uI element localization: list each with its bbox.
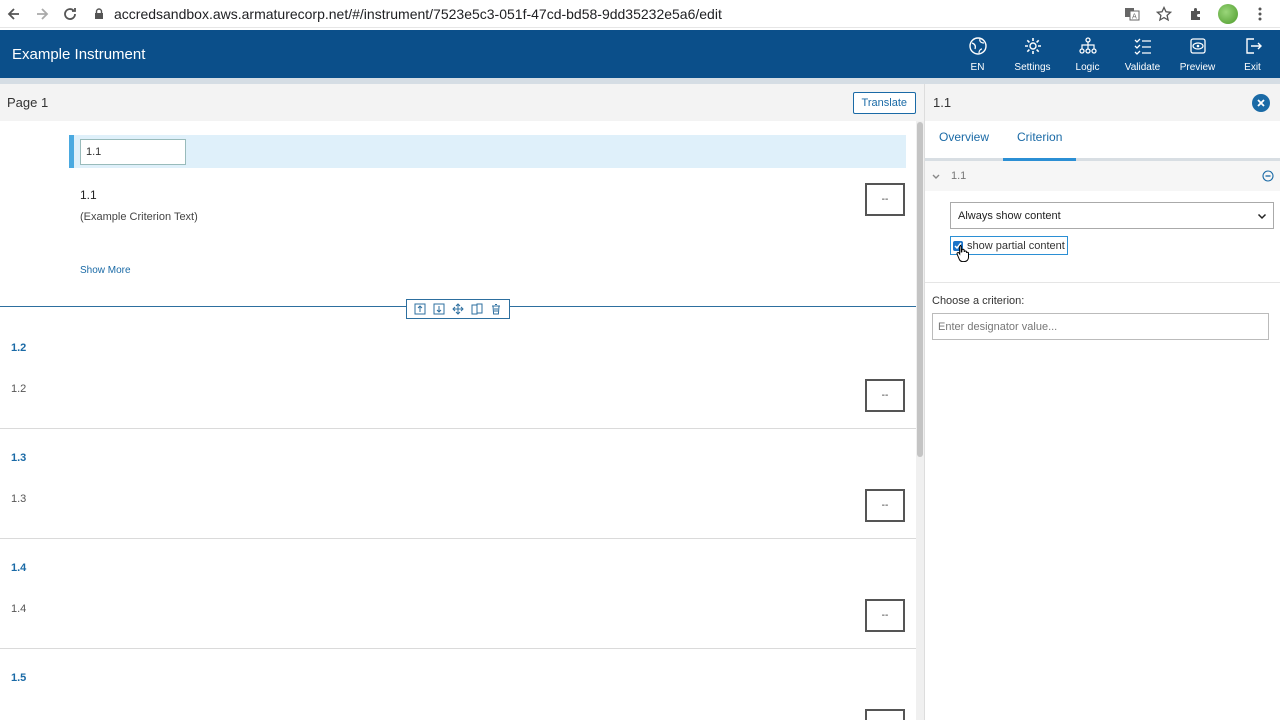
browser-toolbar: accredsandbox.aws.armaturecorp.net/#/ins… — [0, 0, 1280, 28]
move-up-icon[interactable] — [413, 302, 427, 316]
instrument-title: Example Instrument — [12, 45, 146, 63]
settings-label: Settings — [1014, 61, 1051, 73]
section-heading[interactable]: 1.4 — [11, 562, 26, 574]
exit-button[interactable]: Exit — [1225, 30, 1280, 78]
forward-icon[interactable] — [28, 0, 56, 28]
show-more-link[interactable]: Show More — [80, 265, 131, 276]
logic-tree-icon — [1078, 36, 1097, 54]
selected-criterion-header[interactable] — [69, 135, 906, 168]
criterion-toolbar — [406, 299, 510, 319]
checklist-icon — [1134, 38, 1151, 55]
move-down-icon[interactable] — [432, 302, 446, 316]
section-divider — [0, 538, 916, 539]
section-heading[interactable]: 1.5 — [11, 672, 26, 684]
criterion-properties-panel: 1.1 Overview Criterion 1.1 Always show c… — [924, 84, 1280, 720]
criterion-number: 1.1 — [80, 188, 97, 202]
move-icon[interactable] — [451, 302, 465, 316]
reload-icon[interactable] — [56, 0, 84, 28]
settings-button[interactable]: Settings — [1005, 30, 1060, 78]
globe-icon — [968, 36, 987, 55]
tab-criterion[interactable]: Criterion — [1003, 130, 1077, 161]
gear-icon — [1024, 37, 1041, 54]
panel-title: 1.1 — [933, 95, 952, 110]
translate-page-icon[interactable]: A — [1122, 4, 1142, 24]
exit-label: Exit — [1244, 61, 1261, 73]
validate-button[interactable]: Validate — [1115, 30, 1170, 78]
close-panel-button[interactable] — [1252, 93, 1270, 112]
scrollbar-thumb[interactable] — [917, 122, 923, 457]
score-box[interactable]: -- — [865, 183, 905, 216]
section-heading[interactable]: 1.2 — [11, 342, 26, 354]
chevron-down-icon — [1257, 213, 1267, 219]
section-divider — [0, 648, 916, 649]
panel-header: 1.1 — [925, 84, 1280, 121]
editor-scroll-area[interactable]: 1.1 (Example Criterion Text) Show More -… — [0, 121, 916, 720]
svg-text:A: A — [1132, 12, 1137, 20]
profile-avatar[interactable] — [1218, 3, 1238, 24]
app-header: Example Instrument EN Settings Logic Val… — [0, 30, 1280, 78]
validate-label: Validate — [1124, 61, 1161, 73]
page-title: Page 1 — [7, 95, 49, 110]
back-icon[interactable] — [0, 0, 28, 28]
preview-label: Preview — [1179, 61, 1216, 73]
bookmark-star-icon[interactable] — [1154, 4, 1174, 24]
preview-button[interactable]: Preview — [1170, 30, 1225, 78]
section-criterion: 1.3 — [11, 493, 27, 505]
translate-button[interactable]: Translate — [852, 91, 916, 114]
logic-label: Logic — [1075, 61, 1100, 73]
criterion-text: (Example Criterion Text) — [80, 211, 198, 223]
panel-tabs: Overview Criterion — [925, 121, 1280, 161]
preview-icon — [1189, 37, 1206, 54]
section-criterion: 1.4 — [11, 603, 27, 615]
score-box[interactable]: -- — [865, 379, 905, 412]
instrument-editor: Page 1 Translate 1.1 (Example Criterion … — [0, 84, 924, 720]
collapse-minus-icon[interactable] — [1262, 170, 1274, 182]
show-partial-label: show partial content — [967, 239, 1065, 252]
score-box[interactable]: -- — [865, 599, 905, 632]
criterion-row-label: 1.1 — [951, 170, 967, 182]
editor-scrollbar[interactable] — [916, 121, 924, 720]
logic-button[interactable]: Logic — [1060, 30, 1115, 78]
choose-criterion-label: Choose a criterion: — [932, 295, 1025, 307]
hand-cursor-icon — [956, 245, 969, 262]
delete-icon[interactable] — [489, 302, 503, 316]
display-option-value: Always show content — [958, 209, 1061, 222]
duplicate-icon[interactable] — [470, 302, 484, 316]
lock-icon — [95, 7, 103, 19]
score-box[interactable]: -- — [865, 489, 905, 522]
tab-overview[interactable]: Overview — [925, 130, 1003, 158]
menu-dots-icon[interactable] — [1250, 4, 1270, 24]
display-option-select[interactable]: Always show content — [950, 202, 1274, 229]
designator-input[interactable] — [80, 139, 186, 165]
score-box[interactable]: -- — [865, 709, 905, 720]
extensions-icon[interactable] — [1186, 4, 1206, 24]
exit-icon — [1245, 37, 1262, 54]
page-bar: Page 1 Translate — [0, 84, 924, 121]
panel-divider — [925, 282, 1280, 283]
language-button[interactable]: EN — [950, 30, 1005, 78]
language-label: EN — [970, 61, 985, 73]
choose-criterion-input[interactable] — [932, 313, 1269, 340]
chevron-down-icon — [932, 174, 940, 179]
address-bar[interactable]: accredsandbox.aws.armaturecorp.net/#/ins… — [92, 3, 1122, 25]
criterion-accordion-row[interactable]: 1.1 — [925, 161, 1280, 191]
close-icon — [1257, 98, 1265, 107]
section-criterion: 1.2 — [11, 383, 27, 395]
url-text: accredsandbox.aws.armaturecorp.net/#/ins… — [114, 5, 722, 22]
section-divider — [0, 428, 916, 429]
section-heading[interactable]: 1.3 — [11, 452, 26, 464]
